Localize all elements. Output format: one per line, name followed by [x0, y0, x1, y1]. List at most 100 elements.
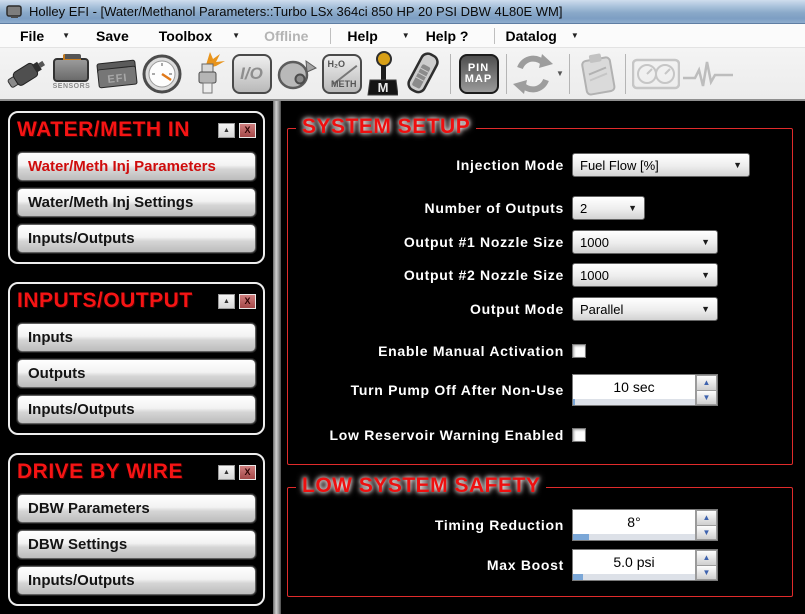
spinner-value: 10 sec	[613, 379, 655, 395]
toolbar: SENSORS EFI I/O H₂O METH M PIN MAP ▼	[0, 48, 805, 101]
app-icon	[6, 4, 23, 19]
injection-mode-label: Injection Mode	[456, 157, 564, 173]
output2-nozzle-size-select[interactable]: 1000 ▼	[572, 263, 718, 287]
gauges-icon	[631, 50, 681, 98]
menu-toolbox[interactable]: Toolbox	[159, 28, 212, 44]
io-label: I/O	[240, 63, 263, 83]
spinner-slider-track[interactable]	[573, 574, 695, 580]
gauge-icon[interactable]	[139, 50, 184, 98]
spinner-up-button[interactable]: ▲	[696, 550, 717, 565]
water-meth-button[interactable]: H₂O METH	[319, 50, 364, 98]
panel-title: INPUTS/OUTPUT	[17, 289, 193, 312]
panel-water-meth-in: WATER/METH IN ▲ X Water/Meth Inj Paramet…	[8, 111, 265, 264]
holley-efi-window: Holley EFI - [Water/Methanol Parameters:…	[0, 0, 805, 614]
panel-close-button[interactable]: X	[239, 122, 256, 138]
fuel-injector-icon[interactable]	[4, 50, 49, 98]
spinner-value: 5.0 psi	[613, 554, 655, 570]
menu-separator	[330, 27, 332, 44]
panel-collapse-button[interactable]: ▲	[218, 464, 235, 480]
output1-nozzle-size-select[interactable]: 1000 ▼	[572, 230, 718, 254]
select-value: Fuel Flow [%]	[580, 157, 659, 173]
io-button[interactable]: I/O	[229, 50, 274, 98]
spinner-slider-track[interactable]	[573, 399, 695, 405]
menu-offline: Offline	[264, 27, 309, 44]
sidebar-item-water-meth-inj-settings[interactable]: Water/Meth Inj Settings	[17, 188, 256, 217]
select-value: 1000	[580, 267, 609, 283]
menu-help-question[interactable]: Help ?	[426, 28, 469, 44]
spinner-up-button[interactable]: ▲	[696, 510, 717, 525]
timing-reduction-spinner[interactable]: 8° ▲ ▼	[572, 509, 718, 541]
output2-nozzle-size-label: Output #2 Nozzle Size	[403, 267, 564, 283]
handheld-tuner-icon[interactable]	[400, 50, 445, 98]
sidebar-item-dbw-settings[interactable]: DBW Settings	[17, 530, 256, 559]
output-mode-select[interactable]: Parallel ▼	[572, 297, 718, 321]
menu-toolbox-caret-icon[interactable]: ▼	[232, 31, 240, 40]
spinner-slider-track[interactable]	[573, 534, 695, 540]
select-value: Parallel	[580, 301, 624, 317]
max-boost-spinner[interactable]: 5.0 psi ▲ ▼	[572, 549, 718, 581]
injection-mode-select[interactable]: Fuel Flow [%] ▼	[572, 153, 750, 177]
menu-help-caret-icon[interactable]: ▼	[402, 31, 410, 40]
turn-pump-off-spinner[interactable]: 10 sec ▲ ▼	[572, 374, 718, 406]
number-of-outputs-select[interactable]: 2 ▼	[572, 196, 645, 220]
datalog-clipboard-icon	[575, 50, 620, 98]
sidebar-item-inputs-outputs[interactable]: Inputs/Outputs	[17, 395, 256, 424]
sensors-module-graphic	[53, 53, 90, 82]
menu-file[interactable]: File	[20, 28, 44, 44]
select-value: 2	[580, 200, 588, 216]
number-of-outputs-label: Number of Outputs	[424, 200, 564, 216]
spinner-down-button[interactable]: ▼	[696, 564, 717, 580]
panel-inputs-output: INPUTS/OUTPUT ▲ X Inputs Outputs Inputs/…	[8, 282, 265, 435]
menu-datalog[interactable]: Datalog	[505, 28, 556, 44]
sensors-label: SENSORS	[52, 82, 91, 90]
low-reservoir-warning-checkbox[interactable]	[572, 428, 586, 442]
spinner-up-button[interactable]: ▲	[696, 375, 717, 390]
sidebar-item-inputs[interactable]: Inputs	[17, 323, 256, 352]
panel-drive-by-wire: DRIVE BY WIRE ▲ X DBW Parameters DBW Set…	[8, 453, 265, 606]
panel-title: DRIVE BY WIRE	[17, 460, 183, 483]
chevron-down-icon: ▼	[701, 304, 710, 314]
menu-separator	[494, 27, 496, 44]
panel-close-button[interactable]: X	[239, 293, 256, 309]
h2o-label: H₂O	[327, 58, 346, 69]
output1-nozzle-size-label: Output #1 Nozzle Size	[403, 234, 564, 250]
spinner-down-button[interactable]: ▼	[696, 524, 717, 540]
spark-plug-icon[interactable]	[184, 50, 229, 98]
enable-manual-activation-label: Enable Manual Activation	[378, 343, 564, 359]
low-reservoir-warning-label: Low Reservoir Warning Enabled	[329, 427, 564, 443]
enable-manual-activation-checkbox[interactable]	[572, 344, 586, 358]
turbo-icon[interactable]	[274, 50, 319, 98]
panel-close-button[interactable]: X	[239, 464, 256, 480]
spinner-value: 8°	[627, 514, 641, 530]
menu-help[interactable]: Help	[347, 28, 377, 44]
title-bar[interactable]: Holley EFI - [Water/Methanol Parameters:…	[0, 0, 805, 24]
sidebar-item-inputs-outputs[interactable]: Inputs/Outputs	[17, 566, 256, 595]
menu-save[interactable]: Save	[96, 28, 129, 44]
sidebar-item-outputs[interactable]: Outputs	[17, 359, 256, 388]
spinner-down-button[interactable]: ▼	[696, 389, 717, 405]
efi-ecu-icon[interactable]: EFI	[94, 50, 139, 98]
select-value: 1000	[580, 234, 609, 250]
toolbar-separator	[569, 53, 570, 94]
toolbar-separator	[625, 53, 626, 94]
main-content: SYSTEM SETUP Injection Mode Fuel Flow [%…	[281, 101, 805, 614]
pane-splitter[interactable]	[273, 101, 281, 614]
section-title: LOW SYSTEM SAFETY	[296, 474, 547, 498]
chevron-down-icon: ▼	[701, 237, 710, 247]
spinner-slider-fill	[573, 399, 576, 405]
sensors-icon[interactable]: SENSORS	[49, 50, 94, 98]
menu-file-caret-icon[interactable]: ▼	[62, 31, 70, 40]
panel-collapse-button[interactable]: ▲	[218, 122, 235, 138]
menu-datalog-caret-icon[interactable]: ▼	[571, 31, 579, 40]
section-title: SYSTEM SETUP	[296, 115, 477, 139]
sidebar-item-dbw-parameters[interactable]: DBW Parameters	[17, 494, 256, 523]
sidebar-item-inputs-outputs[interactable]: Inputs/Outputs	[17, 224, 256, 253]
meth-label: METH	[331, 78, 357, 89]
panel-collapse-button[interactable]: ▲	[218, 293, 235, 309]
pin-map-button[interactable]: PIN MAP	[456, 50, 501, 98]
system-setup-section: SYSTEM SETUP Injection Mode Fuel Flow [%…	[287, 115, 793, 465]
shifter-icon[interactable]: M	[364, 50, 400, 98]
sidebar-item-water-meth-inj-parameters[interactable]: Water/Meth Inj Parameters	[17, 152, 256, 181]
window-title: Holley EFI - [Water/Methanol Parameters:…	[29, 4, 563, 19]
spinner-slider-fill	[573, 574, 583, 580]
